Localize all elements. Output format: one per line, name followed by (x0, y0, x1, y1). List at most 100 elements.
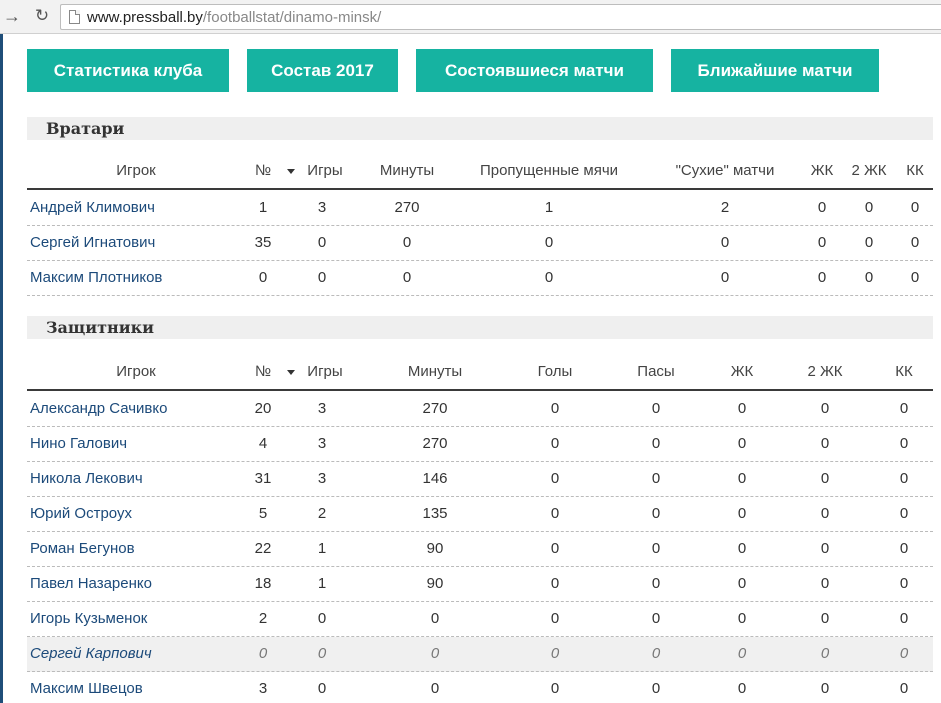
cell-stat-b: 0 (651, 505, 661, 522)
cell-double-yellow: 0 (820, 575, 830, 592)
player-name-link[interactable]: Александр Сачивко (30, 392, 230, 426)
cell-minutes: 270 (394, 199, 420, 216)
tab-squad-2017[interactable]: Состав 2017 (247, 49, 398, 92)
cell-games: 1 (317, 540, 327, 557)
cell-minutes: 146 (422, 470, 448, 487)
cell-yellow-cards: 0 (737, 435, 747, 452)
cell-stat-b: 0 (651, 400, 661, 417)
player-name-link[interactable]: Сергей Карпович (30, 637, 230, 671)
back-arrow-icon[interactable]: → (2, 6, 22, 26)
column-header-red-cards[interactable]: КК (879, 353, 929, 391)
cell-stat-b: 0 (651, 470, 661, 487)
player-name-link[interactable]: Нино Галович (30, 427, 230, 461)
reload-icon[interactable]: ↻ (32, 6, 52, 26)
cell-number: 5 (258, 505, 268, 522)
tab-upcoming-matches[interactable]: Ближайшие матчи (671, 49, 879, 92)
column-header-minutes[interactable]: Минуты (385, 353, 485, 391)
table-row: Роман Бегунов 22 1 90 0 0 0 0 0 (27, 532, 933, 567)
cell-red-cards: 0 (899, 470, 909, 487)
cell-games: 3 (317, 400, 327, 417)
player-name-link[interactable]: Никола Лекович (30, 462, 230, 496)
cell-minutes: 0 (402, 269, 412, 286)
cell-red-cards: 0 (899, 680, 909, 697)
player-name-link[interactable]: Павел Назаренко (30, 567, 230, 601)
column-header-yellow-cards[interactable]: ЖК (717, 353, 767, 391)
player-name-link[interactable]: Сергей Игнатович (30, 226, 230, 260)
cell-games: 0 (317, 269, 327, 286)
cell-number: 3 (258, 680, 268, 697)
cell-stat-a: 0 (550, 645, 560, 662)
cell-yellow-cards: 0 (737, 470, 747, 487)
cell-stat-a: 0 (544, 269, 554, 286)
cell-double-yellow: 0 (820, 680, 830, 697)
cell-yellow-cards: 0 (737, 540, 747, 557)
column-header-stat-b[interactable]: "Сухие" матчи (645, 152, 805, 190)
cell-stat-a: 0 (550, 540, 560, 557)
cell-red-cards: 0 (910, 199, 920, 216)
tab-club-stats[interactable]: Статистика клуба (27, 49, 229, 92)
cell-number: 22 (254, 540, 272, 557)
column-header-double-yellow[interactable]: 2 ЖК (800, 353, 850, 391)
cell-stat-b: 0 (651, 610, 661, 627)
cell-red-cards: 0 (899, 575, 909, 592)
column-header-red-cards[interactable]: КК (895, 152, 935, 190)
column-header-number[interactable]: № (243, 353, 283, 391)
cell-minutes: 135 (422, 505, 448, 522)
cell-stat-a: 0 (550, 435, 560, 452)
cell-number: 18 (254, 575, 272, 592)
column-header-games[interactable]: Игры (295, 152, 355, 190)
column-header-stat-b[interactable]: Пасы (606, 353, 706, 391)
cell-number: 4 (258, 435, 268, 452)
cell-stat-a: 0 (544, 234, 554, 251)
column-header-player[interactable]: Игрок (30, 353, 242, 391)
sort-down-icon[interactable] (287, 370, 295, 375)
cell-double-yellow: 0 (820, 470, 830, 487)
cell-number: 31 (254, 470, 272, 487)
cell-games: 0 (317, 645, 327, 662)
cell-games: 0 (317, 234, 327, 251)
cell-double-yellow: 0 (864, 199, 874, 216)
cell-yellow-cards: 0 (737, 400, 747, 417)
cell-stat-a: 0 (550, 505, 560, 522)
cell-number: 0 (258, 645, 268, 662)
cell-stat-b: 0 (651, 575, 661, 592)
cell-red-cards: 0 (910, 269, 920, 286)
page-icon (69, 10, 80, 24)
column-header-games[interactable]: Игры (295, 353, 355, 391)
cell-stat-a: 0 (550, 400, 560, 417)
column-header-number[interactable]: № (243, 152, 283, 190)
cell-games: 3 (317, 199, 327, 216)
cell-red-cards: 0 (910, 234, 920, 251)
cell-double-yellow: 0 (820, 435, 830, 452)
cell-double-yellow: 0 (864, 269, 874, 286)
column-header-double-yellow[interactable]: 2 ЖК (845, 152, 893, 190)
cell-double-yellow: 0 (864, 234, 874, 251)
tab-played-matches[interactable]: Состоявшиеся матчи (416, 49, 653, 92)
address-bar[interactable]: www.pressball.by/footballstat/dinamo-min… (60, 4, 941, 30)
cell-number: 20 (254, 400, 272, 417)
cell-yellow-cards: 0 (737, 575, 747, 592)
cell-stat-b: 0 (651, 540, 661, 557)
cell-yellow-cards: 0 (737, 505, 747, 522)
section-title-goalkeepers: Вратари (27, 117, 933, 140)
player-name-link[interactable]: Андрей Климович (30, 191, 230, 225)
column-header-player[interactable]: Игрок (30, 152, 242, 190)
cell-games: 0 (317, 610, 327, 627)
url-text: www.pressball.by/footballstat/dinamo-min… (87, 9, 381, 26)
cell-minutes: 270 (422, 435, 448, 452)
player-name-link[interactable]: Роман Бегунов (30, 532, 230, 566)
player-name-link[interactable]: Игорь Кузьменок (30, 602, 230, 636)
column-header-stat-a[interactable]: Голы (505, 353, 605, 391)
table-row: Сергей Игнатович 35 0 0 0 0 0 0 0 (27, 226, 933, 261)
player-name-link[interactable]: Юрий Остроух (30, 497, 230, 531)
column-header-minutes[interactable]: Минуты (357, 152, 457, 190)
cell-red-cards: 0 (899, 505, 909, 522)
column-header-yellow-cards[interactable]: ЖК (802, 152, 842, 190)
player-name-link[interactable]: Максим Плотников (30, 261, 230, 295)
player-name-link[interactable]: Максим Швецов (30, 672, 230, 703)
column-header-stat-a[interactable]: Пропущенные мячи (459, 152, 639, 190)
cell-double-yellow: 0 (820, 610, 830, 627)
sort-down-icon[interactable] (287, 169, 295, 174)
cell-stat-a: 0 (550, 470, 560, 487)
cell-red-cards: 0 (899, 435, 909, 452)
